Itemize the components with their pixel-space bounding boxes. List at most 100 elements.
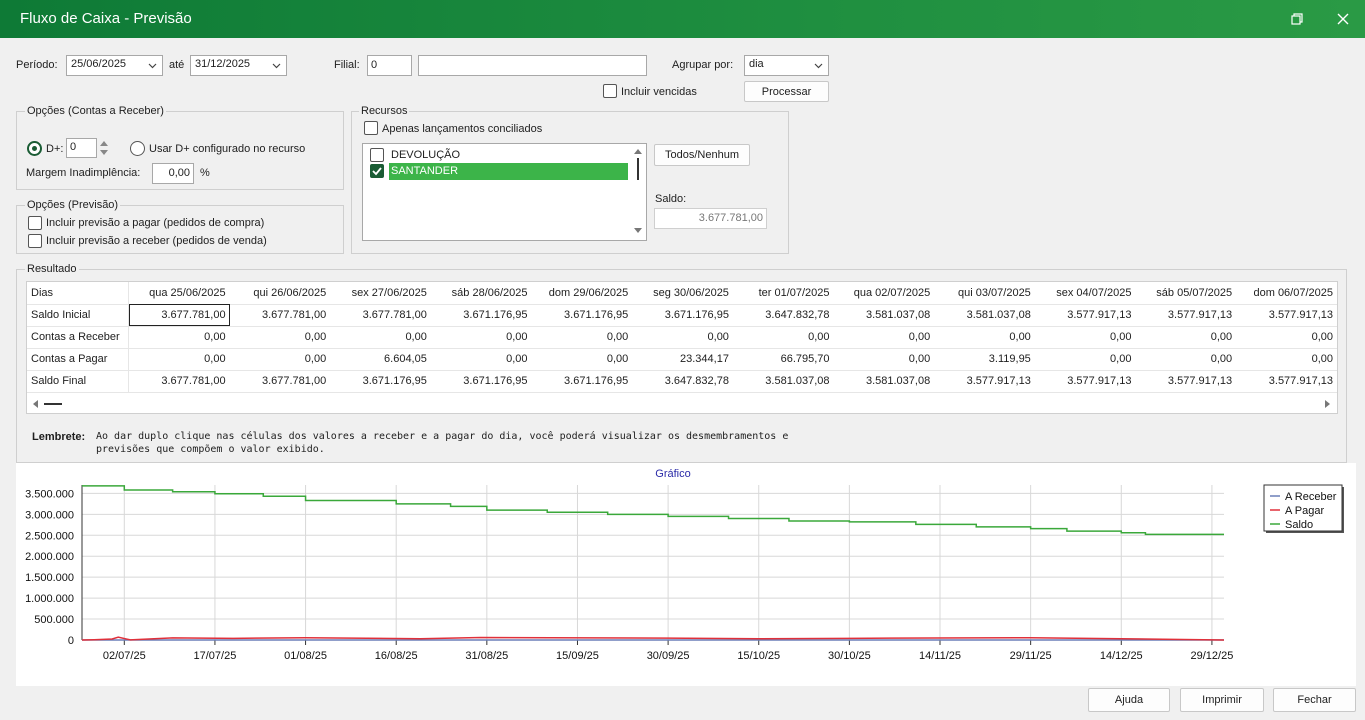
- grid-cell[interactable]: 3.677.781,00: [330, 304, 431, 327]
- fechar-button[interactable]: Fechar: [1273, 688, 1356, 712]
- grid-cell[interactable]: 3.677.781,00: [128, 304, 230, 327]
- grid-cell[interactable]: 66.795,70: [732, 348, 834, 371]
- grid-cell[interactable]: 3.671.176,95: [531, 370, 633, 393]
- restore-icon: [1291, 13, 1303, 25]
- margem-pct-label: %: [200, 167, 210, 179]
- grid-cell[interactable]: 0,00: [1034, 348, 1136, 371]
- grid-cell[interactable]: 6.604,05: [330, 348, 431, 371]
- grid-cell[interactable]: 0,00: [1135, 348, 1237, 371]
- dplus-radio[interactable]: [27, 141, 42, 156]
- dplus-label: D+:: [46, 143, 64, 155]
- recursos-list[interactable]: DEVOLUÇÃO SANTANDER: [362, 143, 647, 241]
- grid-cell[interactable]: 3.677.781,00: [229, 370, 331, 393]
- incluir-vencidas-label: Incluir vencidas: [621, 86, 697, 98]
- grid-cell[interactable]: 3.671.176,95: [430, 304, 532, 327]
- grid-hscrollbar[interactable]: [27, 394, 1337, 413]
- grid-cell[interactable]: 23.344,17: [632, 348, 733, 371]
- ate-label: até: [169, 59, 185, 71]
- grid-cell[interactable]: 3.671.176,95: [330, 370, 431, 393]
- filial-name-input[interactable]: [418, 55, 647, 76]
- periodo-end-combo[interactable]: 31/12/2025: [190, 55, 287, 76]
- grid-cell[interactable]: 3.671.176,95: [531, 304, 633, 327]
- col-header: seg 30/06/2025: [632, 282, 733, 305]
- dplus-input[interactable]: 0: [66, 138, 97, 158]
- x-tick-label: 15/10/25: [737, 650, 780, 662]
- x-tick-label: 29/12/25: [1191, 650, 1234, 662]
- agrupar-combo[interactable]: dia: [744, 55, 829, 76]
- grid-cell[interactable]: 0,00: [128, 326, 230, 349]
- grid-cell[interactable]: 0,00: [833, 348, 935, 371]
- ajuda-button[interactable]: Ajuda: [1088, 688, 1170, 712]
- x-tick-label: 17/07/25: [194, 650, 237, 662]
- grid-cell[interactable]: 3.647.832,78: [732, 304, 834, 327]
- grid-cell[interactable]: 3.577.917,13: [1135, 370, 1237, 393]
- previsao-receber-checkbox[interactable]: [28, 234, 42, 248]
- grid-cell[interactable]: 0,00: [128, 348, 230, 371]
- grid-cell[interactable]: 0,00: [1034, 326, 1136, 349]
- grid-cell[interactable]: 3.671.176,95: [430, 370, 532, 393]
- filial-code-input[interactable]: 0: [367, 55, 412, 76]
- chart-panel: Gráfico 3.500.000 3.000.000 2.500.000 2.000.…: [16, 463, 1356, 686]
- grid-cell[interactable]: 3.577.917,13: [1034, 304, 1136, 327]
- grid-cell[interactable]: 0,00: [632, 326, 733, 349]
- conciliados-checkbox[interactable]: [364, 121, 378, 135]
- row-header: Saldo Inicial: [27, 304, 130, 327]
- margem-input[interactable]: 0,00: [152, 163, 194, 184]
- devolucao-checkbox[interactable]: [370, 148, 384, 162]
- grid-cell[interactable]: 0,00: [833, 326, 935, 349]
- grid-cell[interactable]: 3.577.917,13: [1034, 370, 1136, 393]
- grid-cell[interactable]: 3.577.917,13: [1236, 304, 1337, 327]
- grid-cell[interactable]: 3.577.917,13: [1135, 304, 1237, 327]
- grid-cell[interactable]: 3.581.037,08: [732, 370, 834, 393]
- grid-cell[interactable]: 3.677.781,00: [128, 370, 230, 393]
- grid-cell[interactable]: 3.677.781,00: [229, 304, 331, 327]
- receber-options-title: Opções (Contas a Receber): [25, 105, 166, 117]
- table-row: Saldo Inicial 3.677.781,00 3.677.781,00 …: [27, 304, 1337, 327]
- grid-cell[interactable]: 3.577.917,13: [1236, 370, 1337, 393]
- grid-cell[interactable]: 0,00: [229, 326, 331, 349]
- y-tick-label: 1.000.000: [25, 593, 74, 605]
- restore-button[interactable]: [1284, 7, 1310, 31]
- grid-cell[interactable]: 0,00: [330, 326, 431, 349]
- x-tick-label: 31/08/25: [465, 650, 508, 662]
- close-button[interactable]: [1330, 7, 1356, 31]
- col-header: sáb 28/06/2025: [430, 282, 532, 305]
- incluir-vencidas-checkbox[interactable]: [603, 84, 617, 98]
- grid-cell[interactable]: 0,00: [430, 348, 532, 371]
- grid-cell[interactable]: 0,00: [732, 326, 834, 349]
- grid-cell[interactable]: 3.581.037,08: [833, 304, 935, 327]
- resultado-grid[interactable]: Dias qua 25/06/2025 qui 26/06/2025 sex 2…: [26, 281, 1338, 414]
- usar-dplus-label: Usar D+ configurado no recurso: [149, 143, 306, 155]
- row-header: Contas a Receber: [27, 326, 130, 349]
- grid-cell[interactable]: 0,00: [531, 326, 633, 349]
- list-scrollbar[interactable]: [630, 144, 646, 240]
- grid-cell[interactable]: 0,00: [934, 326, 1035, 349]
- santander-checkbox[interactable]: [370, 164, 384, 178]
- grid-cell[interactable]: 0,00: [430, 326, 532, 349]
- grid-cell[interactable]: 0,00: [1236, 348, 1337, 371]
- row-header: Saldo Final: [27, 370, 130, 393]
- grid-cell[interactable]: 3.119,95: [934, 348, 1035, 371]
- usar-dplus-radio[interactable]: [130, 141, 145, 156]
- grid-cell[interactable]: 3.581.037,08: [833, 370, 935, 393]
- periodo-start-combo[interactable]: 25/06/2025: [66, 55, 163, 76]
- processar-button[interactable]: Processar: [744, 81, 829, 102]
- grid-cell[interactable]: 0,00: [531, 348, 633, 371]
- chart-title: Gráfico: [655, 468, 690, 480]
- grid-cell[interactable]: 3.577.917,13: [934, 370, 1035, 393]
- grid-cell[interactable]: 3.671.176,95: [632, 304, 733, 327]
- grid-cell[interactable]: 3.581.037,08: [934, 304, 1035, 327]
- grid-cell[interactable]: 0,00: [1135, 326, 1237, 349]
- previsao-pagar-checkbox[interactable]: [28, 216, 42, 230]
- imprimir-button[interactable]: Imprimir: [1180, 688, 1264, 712]
- list-item[interactable]: DEVOLUÇÃO: [363, 146, 628, 164]
- grid-cell[interactable]: 0,00: [229, 348, 331, 371]
- grid-cell[interactable]: 0,00: [1236, 326, 1337, 349]
- grid-cell[interactable]: 3.647.832,78: [632, 370, 733, 393]
- resultado-title: Resultado: [25, 263, 79, 275]
- close-icon: [1337, 13, 1349, 25]
- scrollbar-icon: [634, 149, 642, 233]
- todos-nenhum-button[interactable]: Todos/Nenhum: [654, 144, 750, 166]
- legend-label: A Pagar: [1285, 505, 1324, 517]
- dplus-spinner[interactable]: [98, 138, 110, 158]
